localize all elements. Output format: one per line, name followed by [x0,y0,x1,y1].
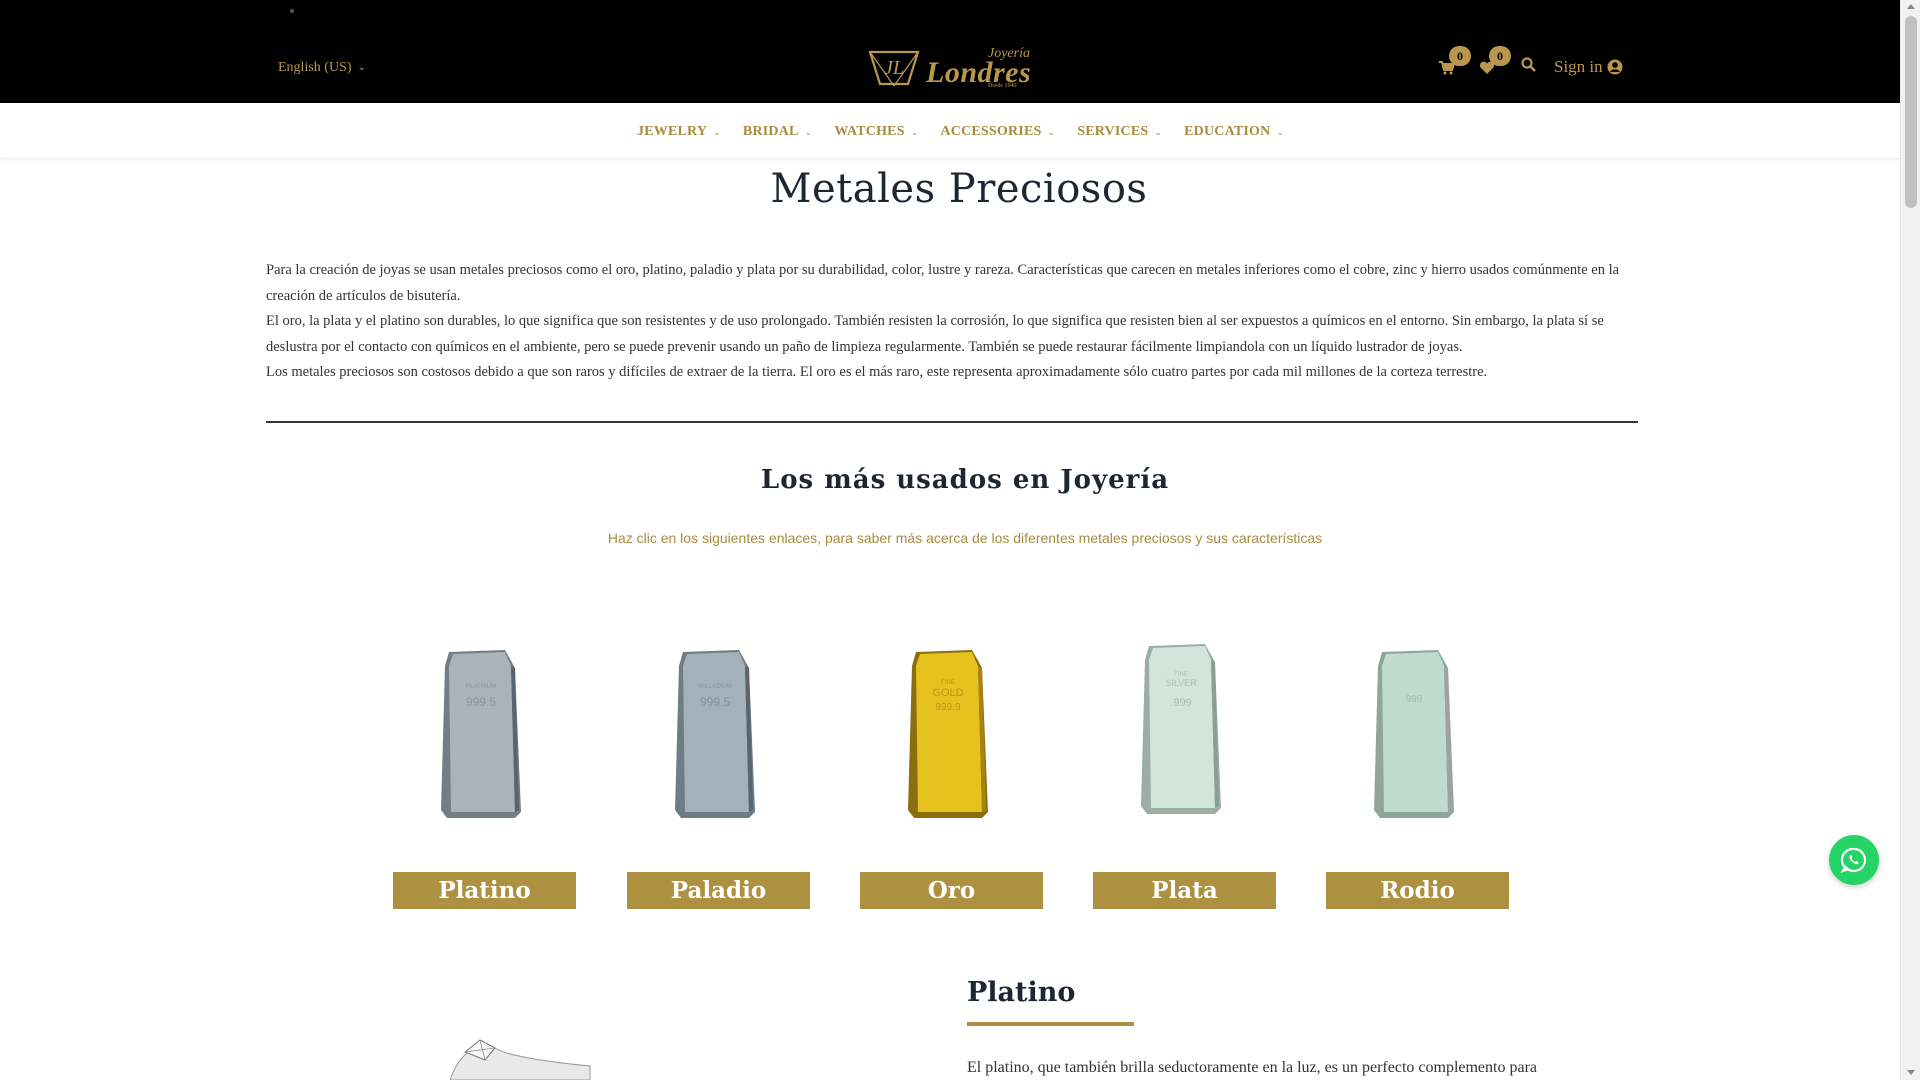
whatsapp-chat-button[interactable] [1829,835,1879,885]
rodio-button[interactable]: Rodio [1326,872,1509,909]
plata-button[interactable]: Plata [1093,872,1276,909]
language-selector[interactable]: English (US) ⌄ [278,60,366,76]
bar-stamp: 999.5 [466,695,496,709]
platinum-ring-image [440,1030,600,1080]
logo-initials: JL [884,57,904,79]
bar-stamp: GOLD [932,687,963,699]
cart-count-badge: 0 [1449,46,1471,66]
intro-text: Para la creación de joyas se usan metale… [266,258,1638,386]
chevron-down-icon: ⌄ [713,126,721,137]
chevron-down-icon: ⌄ [1047,126,1056,137]
gold-bar-image[interactable]: FINE GOLD 999.9 [902,640,1002,820]
nav-item-accessories[interactable]: ACCESSORIES ⌄ [940,124,1055,140]
user-circle-icon [1607,59,1623,75]
logo-mark: JL [864,46,924,90]
bar-stamp: 999.9 [935,702,960,713]
scroll-up-arrow-icon[interactable] [1907,4,1915,9]
chevron-down-icon: ⌄ [357,61,366,73]
nav-label: SERVICES [1077,124,1149,139]
intro-paragraph: Los metales preciosos son costosos debid… [266,364,1488,380]
main-navigation: JEWELRY ⌄ BRIDAL ⌄ WATCHES ⌄ ACCESSORIES ⌄ S… [0,103,1900,159]
nav-label: WATCHES [834,124,905,139]
header-actions: 0 0 Sign in [1437,46,1623,77]
nav-item-services[interactable]: SERVICES ⌄ [1077,124,1162,140]
search-button[interactable] [1521,57,1536,77]
sign-in-link[interactable]: Sign in [1554,57,1623,77]
scrollbar-thumb[interactable] [1905,16,1917,208]
bar-stamp: .999 [1170,697,1191,709]
intro-paragraph: Para la creación de joyas se usan metale… [266,262,1620,304]
nav-item-watches[interactable]: WATCHES ⌄ [834,124,918,140]
whatsapp-icon [1840,847,1867,874]
platino-section-title: Platino [967,977,1076,1008]
oro-button[interactable]: Oro [860,872,1043,909]
metals-gallery: PLATINUM 999.5 Platino PALLADIUM 999.5 P… [0,640,1900,920]
nav-item-jewelry[interactable]: JEWELRY ⌄ [637,124,721,140]
rhodium-bar-image[interactable]: 999 [1368,640,1468,820]
chevron-down-icon: ⌄ [1154,126,1163,137]
intro-paragraph: El oro, la plata y el platino son durabl… [266,313,1604,355]
language-label: English (US) [278,60,352,75]
palladium-bar-image[interactable]: PALLADIUM 999.5 [669,640,769,820]
bar-stamp: 999.5 [700,695,730,709]
bar-stamp: FINE [941,680,955,686]
bar-stamp: PLATINUM [466,684,496,690]
top-header: English (US) ⌄ JL Joyería Londres Desde … [0,0,1900,103]
platino-button[interactable]: Platino [393,872,576,909]
chevron-down-icon: ⌄ [1276,126,1285,137]
nav-item-education[interactable]: EDUCATION ⌄ [1184,124,1284,140]
instruction-text: Haz clic en los siguientes enlaces, para… [607,530,1323,546]
silver-bar-image[interactable]: FINE SILVER .999 [1135,640,1235,820]
bar-stamp: PALLADIUM [698,684,732,690]
scroll-down-arrow-icon[interactable] [1907,1070,1915,1075]
nav-label: EDUCATION [1184,124,1271,139]
bar-stamp: SILVER [1165,678,1197,688]
paladio-button[interactable]: Paladio [627,872,810,909]
cart-button[interactable]: 0 [1437,46,1471,77]
title-underline [967,1022,1134,1026]
wishlist-count-badge: 0 [1489,46,1511,66]
sign-in-label: Sign in [1554,57,1603,76]
page-scrollbar[interactable] [1900,0,1920,1080]
nav-label: BRIDAL [742,124,799,139]
nav-item-bridal[interactable]: BRIDAL ⌄ [743,124,812,140]
logo-since-text: Desde 1940 [988,83,1017,89]
platinum-bar-image[interactable]: PLATINUM 999.5 [435,640,535,820]
chevron-down-icon: ⌄ [804,126,813,137]
section-subtitle: Los más usados en Joyería [760,465,1170,495]
bar-stamp: 999 [1406,694,1423,705]
logo-wordmark: Joyería Londres Desde 1940 [926,44,1046,92]
page-title: Metales Preciosos [770,166,1148,212]
search-icon [1521,57,1536,72]
site-logo[interactable]: JL Joyería Londres Desde 1940 [864,44,1046,92]
nav-label: JEWELRY [637,124,708,139]
divider [266,421,1638,423]
platino-section-text: El platino, que también brilla seductora… [967,1059,1538,1076]
wishlist-button[interactable]: 0 [1477,46,1511,77]
nav-menu: JEWELRY ⌄ BRIDAL ⌄ WATCHES ⌄ ACCESSORIES ⌄ S… [637,124,1306,140]
nav-label: ACCESSORIES [940,124,1042,139]
decorative-dot [290,9,294,13]
chevron-down-icon: ⌄ [910,126,919,137]
